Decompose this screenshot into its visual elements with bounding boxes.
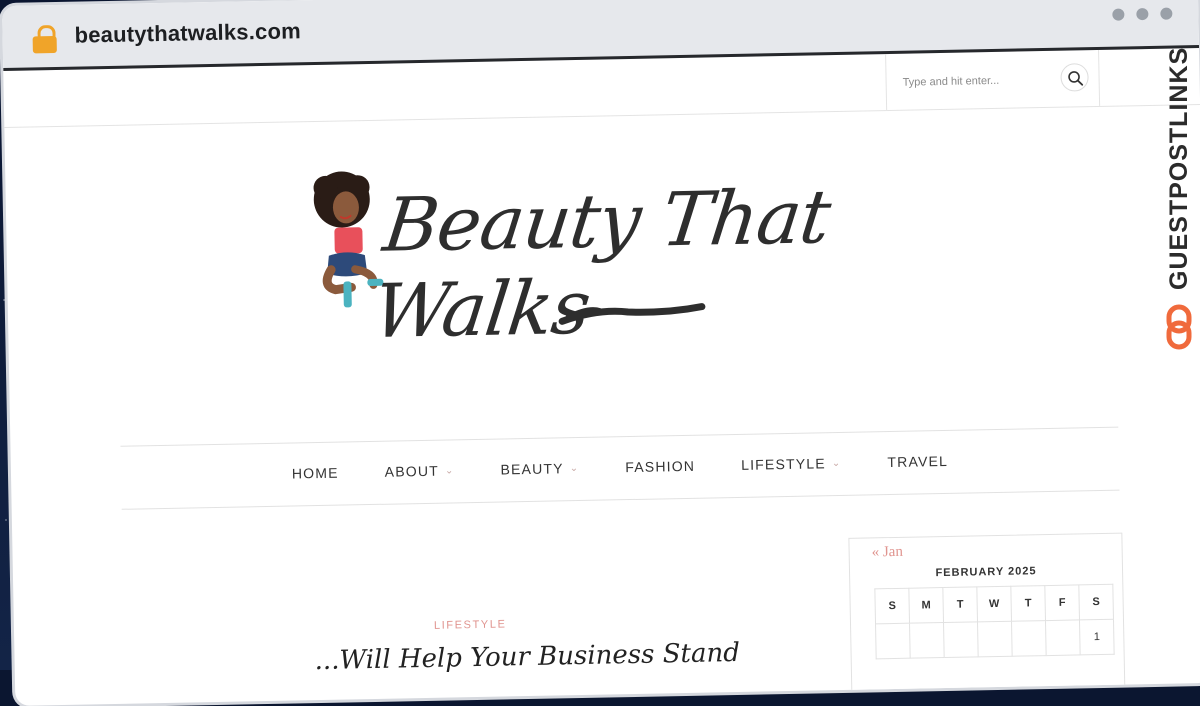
- search-box: [885, 49, 1101, 111]
- calendar-day-cell: [1045, 619, 1081, 656]
- guestpostlinks-badge: GUESTPOSTLINKS: [1164, 47, 1194, 360]
- calendar-day-cell[interactable]: 1: [1079, 619, 1115, 655]
- site-logo[interactable]: Beauty That Walks: [305, 159, 908, 355]
- window-controls: [1112, 7, 1173, 21]
- address-bar-url[interactable]: beautythatwalks.com: [74, 18, 301, 48]
- search-input[interactable]: [900, 68, 1055, 94]
- calendar-day-cell: [1011, 620, 1047, 657]
- nav-item-travel[interactable]: TRAVEL: [887, 453, 948, 470]
- weekday-header: T: [1010, 585, 1046, 622]
- nav-item-beauty[interactable]: BEAUTY ⌄: [500, 460, 580, 477]
- weekday-header: W: [976, 586, 1012, 622]
- chain-link-icon: [1166, 304, 1192, 350]
- chevron-down-icon: ⌄: [444, 464, 455, 477]
- nav-item-lifestyle[interactable]: LIFESTYLE ⌄: [741, 455, 842, 473]
- chevron-down-icon: ⌄: [569, 462, 580, 474]
- calendar-week-row: 1: [875, 619, 1115, 659]
- window-dot-icon[interactable]: [1136, 7, 1149, 21]
- nav-item-fashion[interactable]: FASHION: [625, 458, 695, 475]
- weekday-header: T: [942, 586, 978, 623]
- weekday-header: F: [1044, 584, 1080, 621]
- weekday-header: S: [874, 588, 910, 624]
- search-button[interactable]: [1060, 63, 1089, 92]
- calendar-caption: FEBRUARY 2025: [935, 565, 1037, 580]
- post-title[interactable]: ...Will Help Your Business Stand: [314, 638, 740, 676]
- nav-item-home[interactable]: HOME: [292, 465, 339, 482]
- calendar-day-cell: [977, 621, 1013, 657]
- calendar-table: S M T W T F S 1: [874, 584, 1115, 660]
- search-icon: [1068, 71, 1084, 86]
- post-category[interactable]: LIFESTYLE: [434, 618, 507, 631]
- browser-window: beautythatwalks.com Type and hit enter..…: [2, 0, 1200, 706]
- window-dot-icon[interactable]: [1112, 8, 1125, 21]
- weekday-header: S: [1078, 584, 1114, 620]
- calendar-widget: « Jan FEBRUARY 2025 S M T W T F S 1: [848, 532, 1126, 700]
- nav-item-about[interactable]: ABOUT ⌄: [385, 462, 455, 480]
- chevron-down-icon: ⌄: [831, 457, 842, 469]
- window-dot-icon[interactable]: [1160, 7, 1173, 20]
- calendar-day-cell: [943, 621, 979, 658]
- lock-icon: [32, 24, 59, 54]
- logo-underline-swoosh: [558, 303, 706, 325]
- calendar-day-cell: [909, 622, 945, 659]
- main-navigation: HOME ABOUT ⌄ BEAUTY ⌄ FASHION LIFESTYLE ⌄ T…: [120, 426, 1120, 510]
- weekday-header: M: [908, 587, 944, 624]
- calendar-day-cell: [875, 623, 911, 659]
- calendar-prev-link[interactable]: « Jan: [871, 544, 903, 562]
- badge-text: GUESTPOSTLINKS: [1165, 46, 1193, 290]
